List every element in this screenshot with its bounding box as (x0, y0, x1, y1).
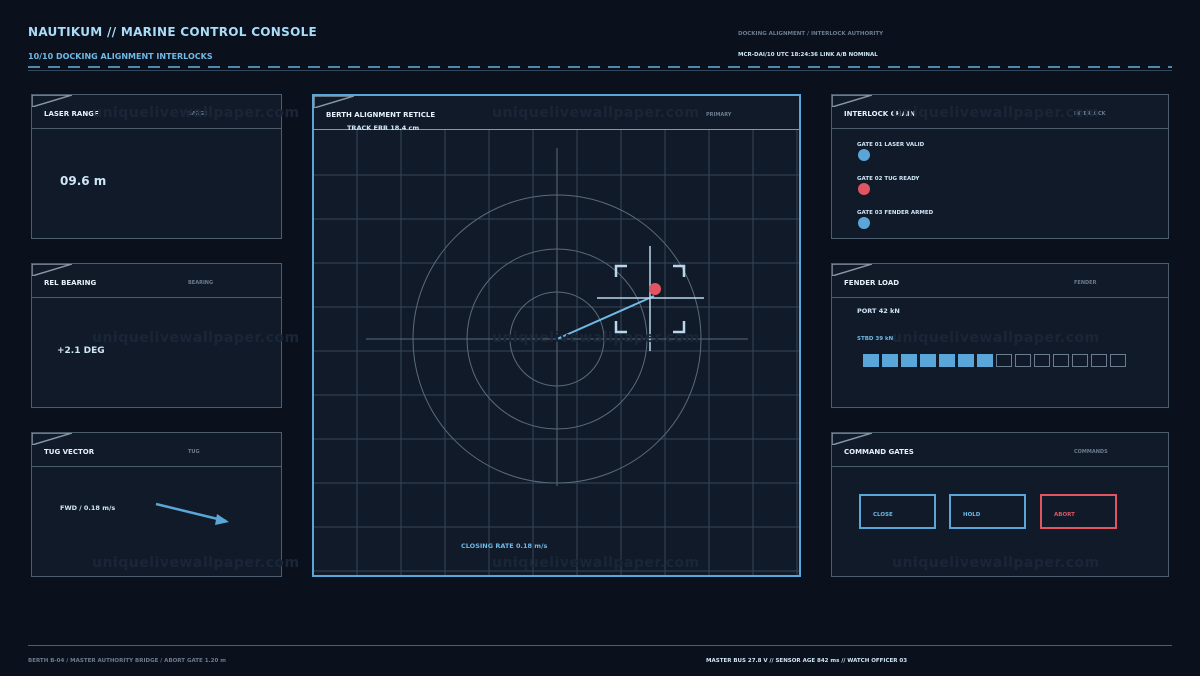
panel-corner-notch (832, 433, 872, 445)
load-segment (1034, 354, 1050, 367)
fender-stbd-load: STBD 39 kN (857, 336, 894, 342)
panel-corner-notch (32, 433, 72, 445)
panel-corner-notch (832, 95, 872, 107)
panel-tag: TUG (188, 449, 200, 455)
abort-button[interactable]: ABORT (1040, 494, 1117, 529)
footer-divider (28, 645, 1172, 646)
load-segment (1053, 354, 1069, 367)
load-segment (977, 354, 993, 367)
laser-range-value: 09.6 m (60, 174, 107, 188)
load-segment (863, 354, 879, 367)
load-segment (920, 354, 936, 367)
close-button[interactable]: CLOSE (859, 494, 936, 529)
load-segment (1015, 354, 1031, 367)
page-subtitle: 10/10 DOCKING ALIGNMENT INTERLOCKS (28, 52, 213, 61)
gate-status-dot (858, 183, 870, 195)
panel-tag: FENDER (1074, 280, 1097, 286)
gate-status-dot (858, 217, 870, 229)
watermark: uniquelivewallpaper.com (492, 105, 700, 121)
panel-corner-notch (32, 264, 72, 276)
gate-label: GATE 02 TUG READY (857, 176, 920, 182)
panel-title: LASER RANGE (44, 110, 99, 118)
tug-vector-arrow-icon (155, 502, 229, 525)
panel-corner-notch (832, 264, 872, 276)
watermark: uniquelivewallpaper.com (92, 105, 300, 121)
watermark: uniquelivewallpaper.com (892, 555, 1100, 571)
panel-title: REL BEARING (44, 279, 97, 287)
header-divider (28, 70, 1172, 71)
panel-title: TUG VECTOR (44, 448, 95, 456)
watermark: uniquelivewallpaper.com (92, 555, 300, 571)
panel-tag: BEARING (188, 280, 214, 286)
load-segment (1072, 354, 1088, 367)
watermark: uniquelivewallpaper.com (492, 555, 700, 571)
gate-label: GATE 01 LASER VALID (857, 142, 925, 148)
load-segment (882, 354, 898, 367)
load-segment (901, 354, 917, 367)
page-title: NAUTIKUM // MARINE CONTROL CONSOLE (28, 25, 318, 39)
gate-label: GATE 03 FENDER ARMED (857, 210, 934, 216)
hold-button[interactable]: HOLD (949, 494, 1026, 529)
target-marker (649, 283, 661, 295)
load-segment (958, 354, 974, 367)
closing-rate-readout: CLOSING RATE 0.18 m/s (461, 542, 548, 550)
watermark: uniquelivewallpaper.com (892, 105, 1100, 121)
footer-left-status: BERTH B-04 / MASTER AUTHORITY BRIDGE / A… (28, 658, 226, 664)
rel-bearing-value: +2.1 DEG (57, 346, 105, 356)
panel-corner-notch (32, 95, 72, 107)
gate-status-dot (858, 149, 870, 161)
footer-right-status: MASTER BUS 27.8 V // SENSOR AGE 842 ms /… (706, 658, 908, 664)
header-dashed-divider (28, 66, 1172, 68)
load-segment (996, 354, 1012, 367)
panel-title: FENDER LOAD (844, 279, 900, 287)
header-authority-label: DOCKING ALIGNMENT / INTERLOCK AUTHORITY (738, 31, 884, 37)
watermark: uniquelivewallpaper.com (492, 330, 700, 346)
load-segment (1091, 354, 1107, 367)
panel-tag: COMMANDS (1074, 449, 1108, 455)
watermark: uniquelivewallpaper.com (92, 330, 300, 346)
tug-vector-value: FWD / 0.18 m/s (60, 504, 116, 512)
panel-title: COMMAND GATES (844, 448, 914, 456)
fender-port-load: PORT 42 kN (857, 307, 900, 315)
load-segment (1110, 354, 1126, 367)
load-segment (939, 354, 955, 367)
watermark: uniquelivewallpaper.com (892, 330, 1100, 346)
header-status-line: MCR-DAI/10 UTC 18:24:36 LINK A/B NOMINAL (738, 52, 878, 58)
